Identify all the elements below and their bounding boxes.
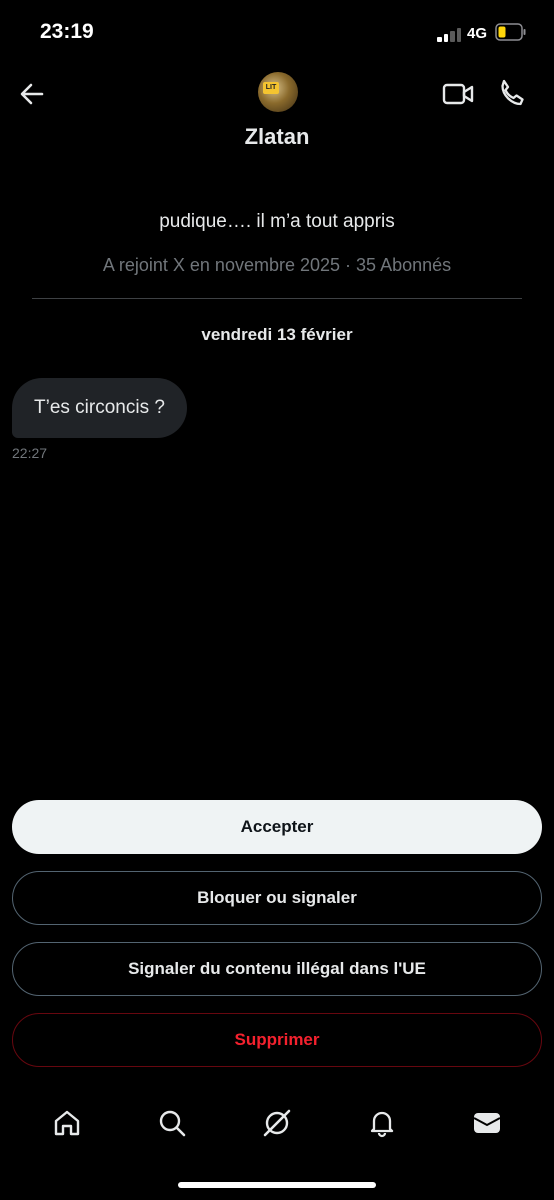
avatar[interactable]: LIT bbox=[258, 72, 298, 112]
signal-icon bbox=[437, 27, 463, 42]
notifications-icon bbox=[371, 1111, 394, 1138]
meta-separator: · bbox=[345, 255, 352, 275]
nav-grok[interactable] bbox=[249, 1095, 305, 1151]
followers-count[interactable]: 35 Abonnés bbox=[356, 255, 451, 275]
phone-call-icon[interactable] bbox=[496, 78, 526, 108]
bottom-nav bbox=[0, 1095, 554, 1151]
message-text: T’es circoncis ? bbox=[34, 397, 165, 418]
search-icon bbox=[159, 1110, 186, 1137]
home-icon bbox=[54, 1110, 79, 1136]
divider bbox=[32, 298, 522, 299]
block-report-button[interactable]: Bloquer ou signaler bbox=[12, 871, 542, 925]
message-time: 22:27 bbox=[12, 445, 48, 461]
accept-button[interactable]: Accepter bbox=[12, 800, 542, 854]
battery-icon bbox=[495, 23, 526, 41]
video-call-icon[interactable] bbox=[442, 80, 474, 108]
avatar-badge: LIT bbox=[263, 82, 279, 94]
status-time: 23:19 bbox=[40, 20, 94, 43]
nav-search[interactable] bbox=[144, 1095, 200, 1151]
nav-messages[interactable] bbox=[459, 1095, 515, 1151]
date-separator: vendredi 13 février bbox=[201, 325, 353, 344]
messages-icon bbox=[473, 1113, 501, 1133]
message-bubble[interactable]: T’es circoncis ? bbox=[12, 378, 187, 438]
profile-bio: pudique…. il m’a tout appris bbox=[159, 211, 395, 232]
joined-date: A rejoint X en novembre 2025 bbox=[102, 255, 341, 275]
nav-home[interactable] bbox=[39, 1095, 95, 1151]
network-label: 4G bbox=[467, 25, 488, 42]
profile-meta: A rejoint X en novembre 2025 · 35 Abonné… bbox=[0, 255, 554, 276]
delete-button[interactable]: Supprimer bbox=[12, 1013, 542, 1067]
nav-notifications[interactable] bbox=[354, 1095, 410, 1151]
report-illegal-content-button[interactable]: Signaler du contenu illégal dans l'UE bbox=[12, 942, 542, 996]
grok-icon bbox=[263, 1109, 291, 1137]
home-indicator bbox=[178, 1182, 376, 1188]
back-arrow-icon[interactable] bbox=[18, 80, 46, 108]
contact-name[interactable]: Zlatan bbox=[0, 124, 554, 150]
